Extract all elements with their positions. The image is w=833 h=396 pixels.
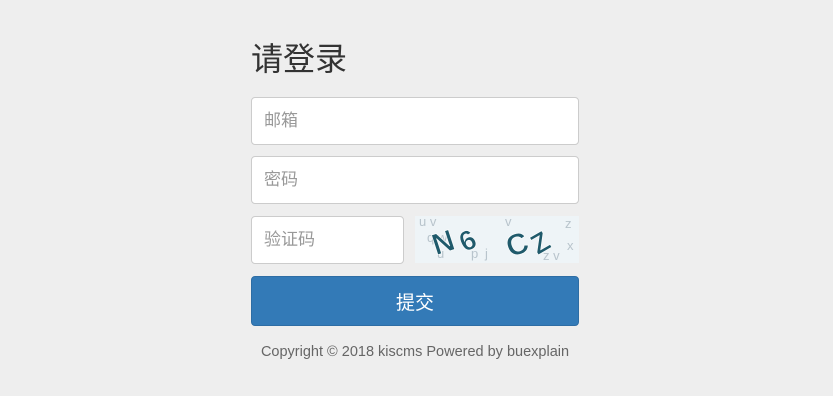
captcha-image[interactable]: u v q w u p j v z v z x N 6 C Z [415,216,579,263]
footer-copyright: Copyright © 2018 kiscms Powered by buexp… [260,344,570,360]
svg-text:z: z [565,216,572,231]
email-input[interactable] [251,97,579,145]
svg-text:u v: u v [419,216,437,229]
captcha-input[interactable] [251,216,404,264]
svg-text:x: x [567,238,574,253]
password-input[interactable] [251,156,579,204]
submit-button[interactable]: 提交 [251,276,579,326]
page-title: 请登录 [251,40,348,78]
svg-text:j: j [484,246,488,261]
svg-text:v: v [505,216,512,229]
captcha-graphic: u v q w u p j v z v z x N 6 C Z [415,216,579,263]
